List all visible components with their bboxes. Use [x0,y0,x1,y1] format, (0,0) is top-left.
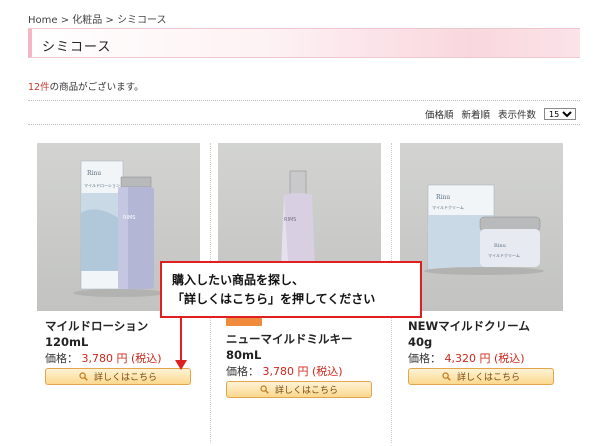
product-card: Rinu マイルドクリーム Rinu マイルドクリーム NEWマイルドクリーム … [400,143,563,385]
callout-line-1: 購入したい商品を探し、 [172,273,305,287]
sort-new-link[interactable]: 新着順 [461,107,490,121]
callout-arrow-line [180,318,182,362]
svg-text:マイルドクリーム: マイルドクリーム [488,252,520,258]
down-arrow-icon [175,360,187,370]
price-label: 価格： [45,352,78,365]
breadcrumb-separator: > [105,15,114,26]
page-title-bar: シミコース [28,28,580,58]
product-price-row: 価格： 3,780 円 (税込) [226,364,381,379]
breadcrumb-category-link[interactable]: 化粧品 [72,15,102,26]
product-price: 4,320 円 [444,352,491,365]
product-size: 40g [408,335,433,349]
magnifier-icon [442,372,451,381]
tax-label: (税込) [494,352,525,365]
divider [28,100,580,101]
product-illustration: Rinu マイルドクリーム Rinu マイルドクリーム [424,184,544,275]
product-price: 3,780 円 [262,365,309,378]
product-size: 80mL [226,348,262,362]
product-name[interactable]: NEWマイルドクリーム [408,319,563,334]
sort-bar: 価格順 新着順 表示件数 15件 [425,107,576,121]
magnifier-icon [260,385,269,394]
divider [28,124,580,125]
per-page-label: 表示件数 [497,110,536,121]
price-label: 価格： [226,365,259,378]
svg-text:Rinu: Rinu [436,194,450,201]
breadcrumb-home-link[interactable]: Home [28,15,58,26]
svg-text:RIMS: RIMS [123,215,135,221]
tax-label: (税込) [131,352,162,365]
result-count-suffix: の商品がございます。 [49,82,144,93]
details-button-label: 詳しくはこちら [456,373,520,383]
callout-line-2: 「詳しくはこちら」を押してください [172,292,376,306]
svg-text:マイルドクリーム: マイルドクリーム [432,204,464,210]
details-button-label: 詳しくはこちら [274,386,338,396]
breadcrumb-current: シミコース [117,15,167,26]
product-price: 3,780 円 [81,352,128,365]
per-page-select[interactable]: 15件 [544,108,576,120]
price-label: 価格： [408,352,441,365]
magnifier-icon [79,372,88,381]
new-badge [226,318,262,326]
product-name[interactable]: マイルドローション [45,319,200,334]
svg-text:マイルドローション: マイルドローション [84,183,120,188]
svg-text:Rinu: Rinu [494,243,507,249]
result-count: 12件の商品がございます。 [28,79,144,93]
product-name[interactable]: ニューマイルドミルキー [226,332,381,347]
product-image[interactable]: Rinu マイルドクリーム Rinu マイルドクリーム [400,143,563,311]
details-button[interactable]: 詳しくはこちら [408,368,554,385]
breadcrumb-separator: > [60,15,70,26]
breadcrumb: Home > 化粧品 > シミコース [28,11,167,26]
details-button-label: 詳しくはこちら [93,373,157,383]
result-count-number: 12件 [28,82,50,93]
tax-label: (税込) [312,365,343,378]
page-title: シミコース [42,40,112,55]
instruction-callout: 購入したい商品を探し、 「詳しくはこちら」を押してください [160,261,422,318]
sort-price-link[interactable]: 価格順 [425,107,454,121]
product-price-row: 価格： 4,320 円 (税込) [408,351,563,366]
details-button[interactable]: 詳しくはこちら [45,368,191,385]
svg-text:RIMS: RIMS [284,217,296,223]
details-button[interactable]: 詳しくはこちら [226,381,372,398]
svg-text:Rinu: Rinu [87,170,101,177]
product-size: 120mL [45,335,89,349]
